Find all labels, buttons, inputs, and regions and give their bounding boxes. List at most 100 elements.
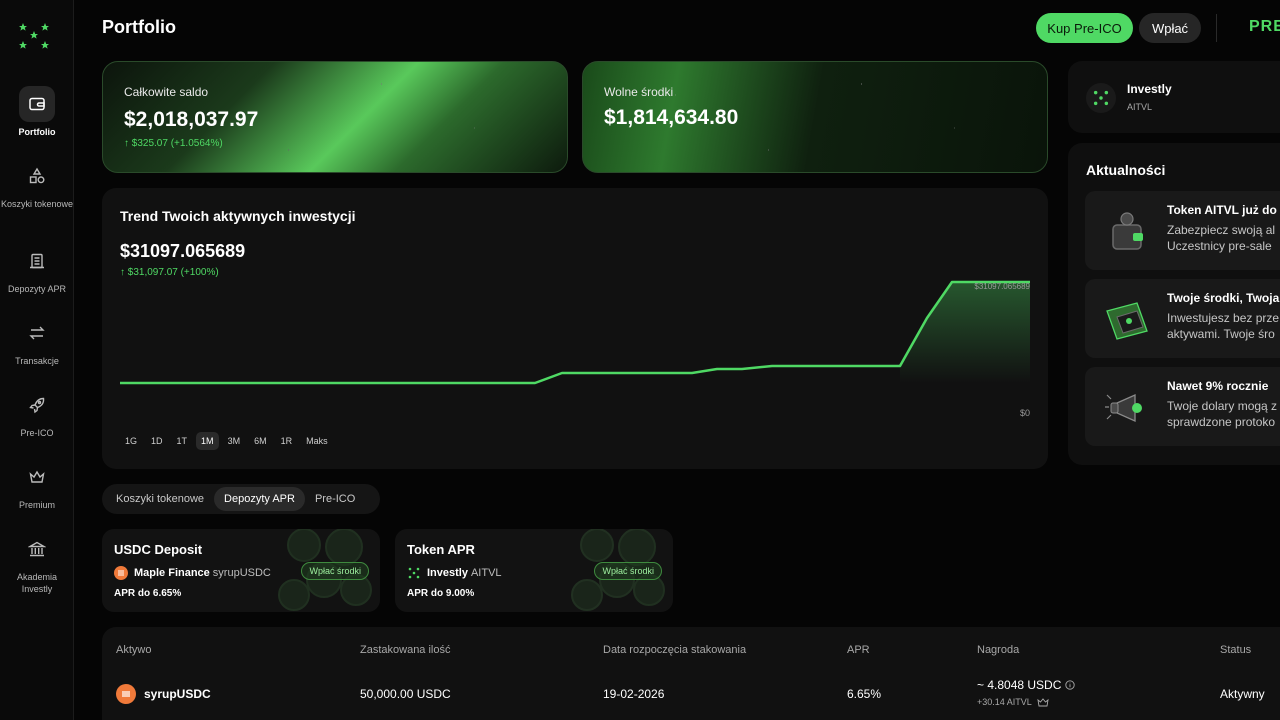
sidebar-item-pre-ico[interactable]: Pre-ICO <box>0 387 74 439</box>
trend-chart-card: Trend Twoich aktywnych inwestycji $31097… <box>102 188 1048 469</box>
free-funds-label: Wolne środki <box>604 85 674 99</box>
row-apr: 6.65% <box>847 687 882 701</box>
news-item-line: Uczestnicy pre-sale <box>1167 239 1272 253</box>
page-title: Portfolio <box>102 17 176 37</box>
investly-name: Investly <box>1127 82 1172 96</box>
table-header-amount: Zastakowana ilość <box>360 644 451 656</box>
chart-end-label: $31097.065689 <box>974 282 1030 291</box>
range-1m[interactable]: 1M <box>196 432 219 450</box>
chart-zero-label: $0 <box>1020 408 1030 418</box>
table-header-date: Data rozpoczęcia stakowania <box>603 644 747 656</box>
secure-folder-icon <box>1106 302 1148 340</box>
deposit-funds-button[interactable]: Wpłać środki <box>301 562 369 580</box>
investly-logo-icon <box>407 566 421 580</box>
news-item[interactable]: Nawet 9% rocznie Twoje dolary mogą z spr… <box>1085 367 1280 446</box>
row-reward: ~ 4.8048 USDC <box>977 678 1076 692</box>
free-funds-value: $1,814,634.80 <box>604 106 739 129</box>
total-balance-change: ↑ $325.07 (+1.0564%) <box>124 138 223 149</box>
sidebar-item-label: Pre-ICO <box>20 428 54 438</box>
product-apr: APR do 6.65% <box>114 588 182 599</box>
investly-avatar <box>1086 83 1116 113</box>
range-1t[interactable]: 1T <box>172 432 193 450</box>
sidebar-item-label: Premium <box>18 500 55 510</box>
table-header-asset: Aktywo <box>116 644 152 656</box>
sidebar-item-akademia[interactable]: Akademia Investly <box>0 531 74 595</box>
tab-koszyki-tokenowe[interactable]: Koszyki tokenowe <box>106 487 214 511</box>
table-header-reward: Nagroda <box>977 644 1020 656</box>
buy-pre-ico-button[interactable]: Kup Pre-ICO <box>1036 13 1133 43</box>
maple-finance-icon <box>114 566 128 580</box>
tab-pre-ico[interactable]: Pre-ICO <box>305 487 365 511</box>
sidebar-item-portfolio[interactable]: Portfolio <box>0 86 74 138</box>
investly-token-card[interactable]: Investly AITVL <box>1068 61 1280 133</box>
header-divider <box>1216 14 1217 42</box>
sidebar-item-depozyty[interactable]: Depozyty APR <box>0 243 74 295</box>
sidebar-item-premium[interactable]: Premium <box>0 459 74 511</box>
news-item[interactable]: Token AITVL już do Zabezpiecz swoją al U… <box>1085 191 1280 270</box>
row-asset: syrupUSDC <box>144 687 211 701</box>
usdc-deposit-card[interactable]: USDC Deposit Maple Finance syrupUSDC APR… <box>102 529 380 612</box>
product-source-sub: syrupUSDC <box>212 567 271 579</box>
megaphone-icon <box>1105 393 1142 423</box>
info-icon[interactable] <box>1065 680 1076 690</box>
news-item-line: sprawdzone protoko <box>1167 415 1276 429</box>
product-source: Maple Finance syrupUSDC <box>114 566 271 580</box>
range-3m[interactable]: 3M <box>223 432 246 450</box>
news-item-desc: Inwestujesz bez prze aktywami. Twoje śro <box>1167 310 1279 342</box>
investly-ticker: AITVL <box>1127 102 1153 112</box>
syrup-usdc-icon <box>116 684 136 704</box>
range-1r[interactable]: 1R <box>276 432 298 450</box>
sidebar-item-label: Koszyki tokenowe <box>0 199 74 209</box>
table-header-status: Status <box>1220 644 1252 656</box>
wallet-icon <box>19 86 55 122</box>
deposit-button[interactable]: Wpłać <box>1139 13 1201 43</box>
sidebar-item-transakcje[interactable]: Transakcje <box>0 315 74 367</box>
news-panel: Aktualności Token AITVL już do Zabezpiec… <box>1068 143 1280 465</box>
sidebar-item-label: Portfolio <box>18 127 56 137</box>
news-title: Aktualności <box>1086 162 1166 178</box>
product-source: Investly AITVL <box>407 566 502 580</box>
product-title: USDC Deposit <box>114 542 203 557</box>
sidebar-item-koszyki[interactable]: Koszyki tokenowe <box>0 158 74 210</box>
trend-chart: $31097.065689 $0 <box>120 280 1031 418</box>
product-source-name: Investly <box>427 567 468 579</box>
range-1g[interactable]: 1G <box>120 432 142 450</box>
news-item-line: Inwestujesz bez prze <box>1167 311 1280 325</box>
news-item-title: Twoje środki, Twoja <box>1167 291 1280 305</box>
bank-building-icon <box>19 243 55 279</box>
range-maks[interactable]: Maks <box>301 432 333 450</box>
product-source-sub: AITVL <box>470 567 502 579</box>
sidebar: Portfolio Koszyki tokenowe Depozyty APR … <box>0 0 74 720</box>
crown-icon <box>1037 697 1049 706</box>
academy-icon <box>19 531 55 567</box>
tab-depozyty-apr[interactable]: Depozyty APR <box>214 487 305 511</box>
crown-icon <box>19 459 55 495</box>
time-range-selector: 1G 1D 1T 1M 3M 6M 1R Maks <box>120 432 333 450</box>
staking-table: Aktywo Zastakowana ilość Data rozpoczęci… <box>102 627 1280 720</box>
row-reward-sub: +30.14 AITVL <box>977 697 1049 707</box>
sidebar-item-label: Depozyty APR <box>7 284 67 294</box>
premium-tag[interactable]: PREM <box>1249 18 1280 36</box>
investly-logo-icon[interactable] <box>18 20 50 52</box>
range-6m[interactable]: 6M <box>249 432 272 450</box>
row-reward-bonus: +30.14 AITVL <box>977 697 1032 707</box>
total-balance-card: Całkowite saldo $2,018,037.97 ↑ $325.07 … <box>102 61 568 173</box>
news-item[interactable]: Twoje środki, Twoja Inwestujesz bez prze… <box>1085 279 1280 358</box>
row-status: Aktywny <box>1220 687 1265 701</box>
deposit-funds-button[interactable]: Wpłać środki <box>594 562 662 580</box>
sidebar-item-label: Transakcje <box>15 356 59 366</box>
news-item-desc: Zabezpiecz swoją al Uczestnicy pre-sale <box>1167 222 1275 254</box>
token-apr-card[interactable]: Token APR Investly AITVL APR do 9.00% Wp… <box>395 529 673 612</box>
news-item-line: Twoje dolary mogą z <box>1167 399 1278 413</box>
row-date: 19-02-2026 <box>603 687 665 701</box>
news-item-desc: Twoje dolary mogą z sprawdzone protoko <box>1167 398 1277 430</box>
wallet-coins-icon <box>1112 212 1143 250</box>
row-amount: 50,000.00 USDC <box>360 687 451 701</box>
news-item-line: aktywami. Twoje śro <box>1167 327 1275 341</box>
arrows-swap-icon <box>19 315 55 351</box>
range-1d[interactable]: 1D <box>146 432 168 450</box>
chart-series-line <box>120 280 1030 385</box>
row-reward-value: ~ 4.8048 USDC <box>977 678 1062 692</box>
product-source-name: Maple Finance <box>134 567 210 579</box>
product-title: Token APR <box>407 542 475 557</box>
